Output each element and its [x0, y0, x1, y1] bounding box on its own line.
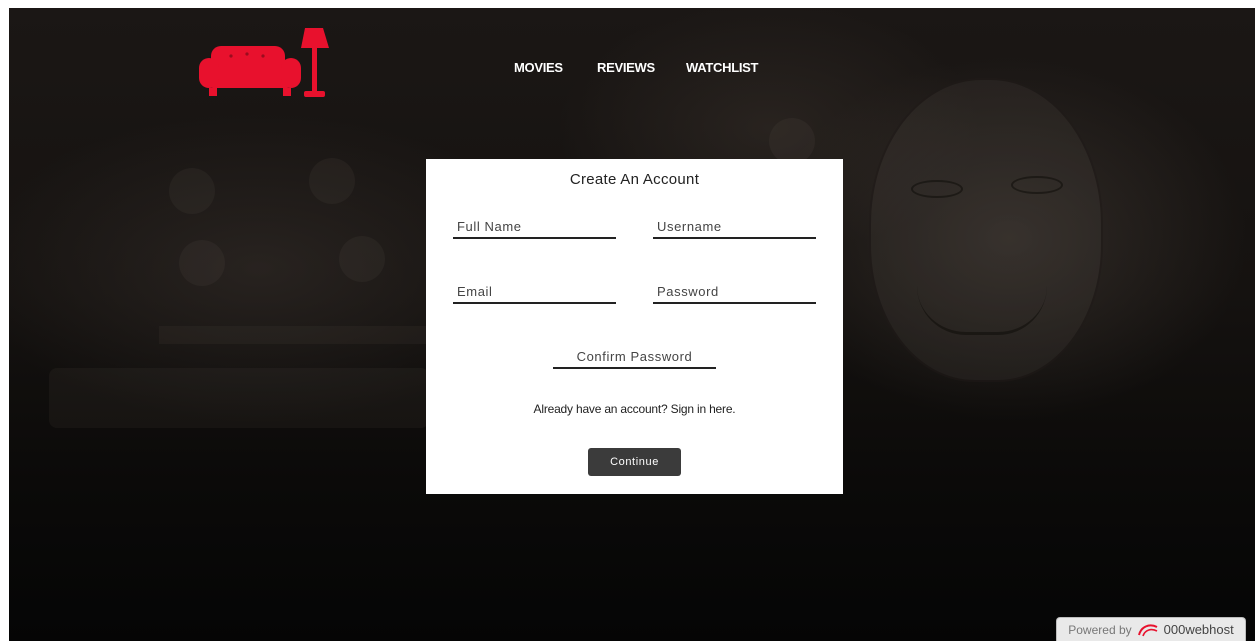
nav-movies[interactable]: MOVIES	[514, 60, 563, 75]
page-background: MOVIES REVIEWS WATCHLIST Create An Accou…	[9, 8, 1255, 641]
signin-prompt-text: Already have an account?	[533, 402, 668, 416]
nav-watchlist[interactable]: WATCHLIST	[686, 60, 758, 75]
background-table-decoration	[49, 368, 429, 428]
background-bulb-decoration	[339, 236, 385, 282]
powered-by-text: Powered by	[1068, 622, 1132, 637]
background-table-decoration	[159, 326, 429, 344]
username-input[interactable]	[653, 215, 816, 239]
full-name-input[interactable]	[453, 215, 616, 239]
confirm-password-input[interactable]	[553, 345, 716, 369]
powered-by-badge[interactable]: Powered by 000webhost	[1056, 617, 1246, 641]
background-face-decoration	[869, 78, 1103, 382]
background-bulb-decoration	[769, 118, 815, 164]
background-bulb-decoration	[179, 240, 225, 286]
nav-reviews[interactable]: REVIEWS	[597, 60, 655, 75]
form-title: Create An Account	[569, 171, 700, 188]
create-account-card: Create An Account Already have an accoun…	[426, 159, 843, 494]
background-bulb-decoration	[309, 158, 355, 204]
000webhost-brand-text: 000webhost	[1163, 622, 1234, 637]
main-nav: MOVIES REVIEWS WATCHLIST	[9, 60, 1255, 80]
signin-prompt: Already have an account? Sign in here.	[426, 402, 843, 416]
email-input[interactable]	[453, 280, 616, 304]
signin-link[interactable]: Sign in here.	[671, 402, 736, 416]
background-bulb-decoration	[169, 168, 215, 214]
password-input[interactable]	[653, 280, 816, 304]
000webhost-swirl-icon	[1137, 623, 1158, 636]
continue-button[interactable]: Continue	[588, 448, 681, 476]
